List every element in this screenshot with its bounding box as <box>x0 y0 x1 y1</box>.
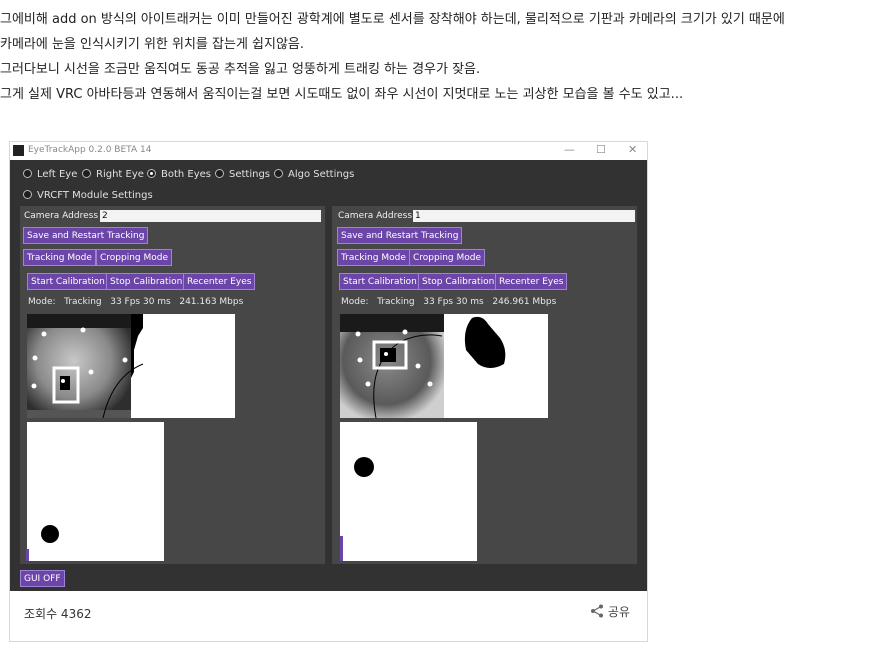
save-restart-button[interactable]: Save and Restart Tracking <box>23 227 149 244</box>
tracking-mode-button[interactable]: Tracking Mode <box>23 249 96 266</box>
window-title: EyeTrackApp 0.2.0 BETA 14 <box>28 145 152 155</box>
eye-panel-left: Camera Address 2 Save and Restart Tracki… <box>20 206 325 564</box>
camera-address-input[interactable]: 1 <box>413 210 635 222</box>
eye-camera-view <box>27 314 235 418</box>
radio-dot-icon <box>82 169 91 178</box>
maximize-button[interactable]: ☐ <box>596 143 606 156</box>
share-icon <box>591 604 603 618</box>
post-paragraph-2: 카메라에 눈을 인식시키기 위한 위치를 잡는게 쉽지않음. <box>0 37 305 52</box>
app-screenshot: EyeTrackApp 0.2.0 BETA 14 — ☐ ✕ Left Eye… <box>10 142 647 591</box>
image-card: EyeTrackApp 0.2.0 BETA 14 — ☐ ✕ Left Eye… <box>9 141 648 642</box>
gaze-point <box>41 525 59 543</box>
eye-panel-right: Camera Address 1 Save and Restart Tracki… <box>332 206 637 564</box>
minimize-button[interactable]: — <box>564 143 575 156</box>
radio-dot-icon <box>274 169 283 178</box>
start-calibration-button[interactable]: Start Calibration <box>339 273 421 290</box>
radio-algo-settings[interactable]: Algo Settings <box>274 169 354 180</box>
radio-settings[interactable]: Settings <box>215 169 270 180</box>
drag-handle <box>26 549 29 561</box>
gaze-point <box>354 457 374 477</box>
app-logo-icon <box>13 145 24 156</box>
radio-vrcft-module-settings[interactable]: VRCFT Module Settings <box>23 190 153 201</box>
camera-address-label: Camera Address <box>24 211 99 221</box>
drag-handle <box>340 536 343 561</box>
stop-calibration-button[interactable]: Stop Calibration <box>106 273 187 290</box>
share-button[interactable]: 공유 <box>590 603 630 620</box>
radio-selected-icon <box>147 169 156 178</box>
radio-both-eyes[interactable]: Both Eyes <box>147 169 211 180</box>
cropping-mode-button[interactable]: Cropping Mode <box>409 249 486 266</box>
share-label: 공유 <box>607 605 630 619</box>
radio-left-eye[interactable]: Left Eye <box>23 169 77 180</box>
tracking-status: Mode: Tracking 33 Fps 30 ms 246.961 Mbps <box>341 297 557 307</box>
radio-right-eye[interactable]: Right Eye <box>82 169 144 180</box>
stop-calibration-button[interactable]: Stop Calibration <box>418 273 499 290</box>
mode-radio-group: Left Eye Right Eye Both Eyes Settings Al… <box>10 160 647 206</box>
tracking-mode-button[interactable]: Tracking Mode <box>337 249 410 266</box>
post-paragraph-4: 그게 실제 VRC 아바타등과 연동해서 움직이는걸 보면 시도때도 없이 좌우… <box>0 87 684 102</box>
recenter-eyes-button[interactable]: Recenter Eyes <box>495 273 568 290</box>
camera-address-label: Camera Address <box>338 211 413 221</box>
window-titlebar: EyeTrackApp 0.2.0 BETA 14 — ☐ ✕ <box>10 142 647 160</box>
camera-address-input[interactable]: 2 <box>100 210 321 222</box>
radio-dot-icon <box>23 190 32 199</box>
recenter-eyes-button[interactable]: Recenter Eyes <box>183 273 256 290</box>
gaze-view <box>340 422 477 561</box>
start-calibration-button[interactable]: Start Calibration <box>27 273 109 290</box>
tracking-status: Mode: Tracking 33 Fps 30 ms 241.163 Mbps <box>28 297 244 307</box>
post-paragraph-1: 그에비해 add on 방식의 아이트래커는 이미 만들어진 광학계에 별도로 … <box>0 12 785 27</box>
close-button[interactable]: ✕ <box>628 143 637 156</box>
cropping-mode-button[interactable]: Cropping Mode <box>96 249 173 266</box>
gaze-view <box>27 422 164 561</box>
post-paragraph-3: 그러다보니 시선을 조금만 움직여도 동공 추적을 잃고 엉뚱하게 트래킹 하는… <box>0 62 481 77</box>
view-count: 조회수 4362 <box>24 607 92 621</box>
radio-dot-icon <box>215 169 224 178</box>
save-restart-button[interactable]: Save and Restart Tracking <box>337 227 463 244</box>
gui-off-button[interactable]: GUI OFF <box>20 570 65 587</box>
radio-dot-icon <box>23 169 32 178</box>
eye-camera-view <box>340 314 548 418</box>
